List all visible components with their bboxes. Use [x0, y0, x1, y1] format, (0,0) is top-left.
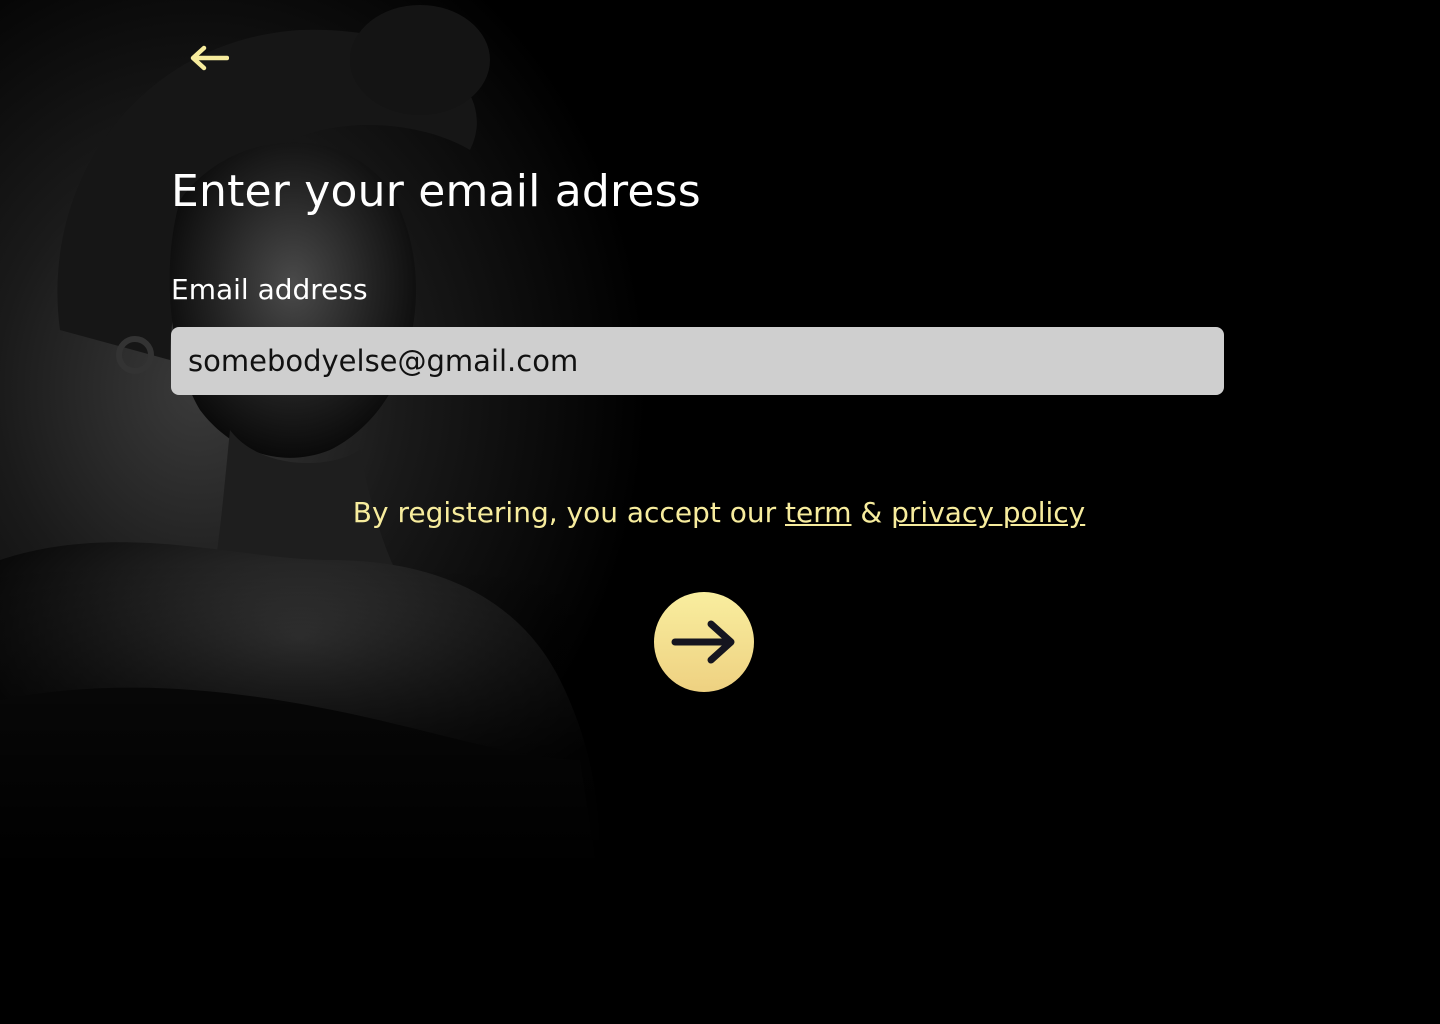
email-field[interactable] — [171, 327, 1224, 395]
privacy-policy-link[interactable]: privacy policy — [891, 496, 1085, 529]
register-email-page: Enter your email adress Email address By… — [0, 0, 1440, 1024]
arrow-left-icon — [190, 45, 229, 71]
terms-joiner: & — [851, 496, 892, 529]
terms-prefix: By registering, you accept our — [352, 496, 785, 529]
email-label: Email address — [171, 273, 368, 306]
back-button[interactable] — [186, 40, 232, 76]
term-link[interactable]: term — [785, 496, 852, 529]
arrow-right-icon — [671, 620, 735, 664]
page-title: Enter your email adress — [171, 166, 701, 217]
next-button[interactable] — [654, 592, 754, 692]
terms-notice: By registering, you accept our term & pr… — [0, 496, 1438, 529]
